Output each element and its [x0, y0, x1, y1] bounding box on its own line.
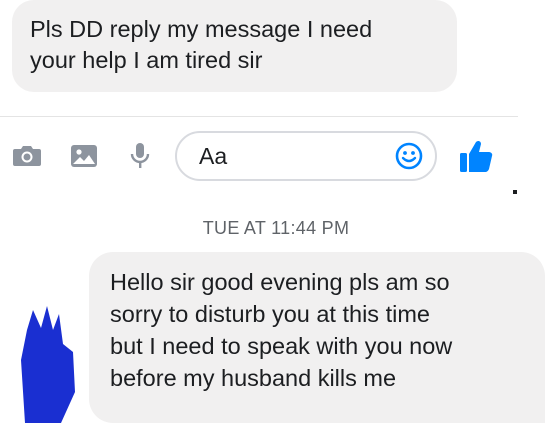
microphone-icon[interactable] — [130, 142, 150, 170]
incoming-message-bubble: Pls DD reply my message I need your help… — [12, 0, 457, 92]
previous-conversation-screenshot: Pls DD reply my message I need your help… — [0, 0, 518, 196]
message-composer: Aa — [0, 117, 518, 196]
camera-icon[interactable] — [12, 144, 42, 168]
message-timestamp: TUE AT 11:44 PM — [202, 218, 350, 238]
incoming-message-bubble-latest: Hello sir good evening pls am so sorry t… — [89, 252, 545, 423]
emoji-icon[interactable] — [395, 142, 423, 170]
message-input[interactable]: Aa — [175, 131, 437, 181]
thumbs-up-icon[interactable] — [458, 138, 494, 174]
message-input-placeholder: Aa — [199, 143, 228, 169]
gallery-icon[interactable] — [70, 144, 98, 168]
corner-mark — [513, 190, 517, 194]
redaction-scribble — [21, 306, 75, 423]
